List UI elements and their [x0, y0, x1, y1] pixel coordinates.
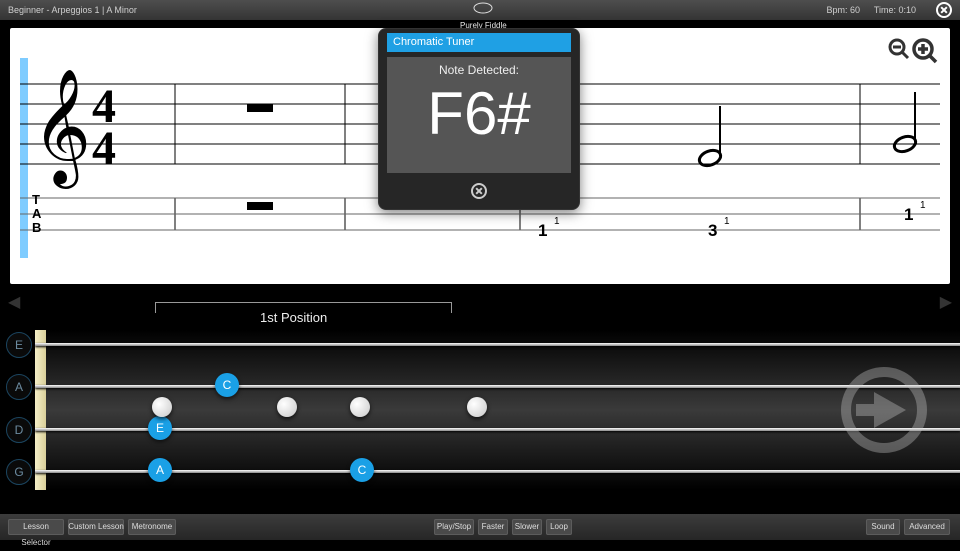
treble-clef-icon: 𝄞 [32, 70, 91, 189]
tuner-body: Note Detected: F6# [387, 57, 571, 173]
tab-note: 31 [708, 216, 730, 240]
loop-button[interactable]: Loop [546, 519, 572, 535]
custom-lesson-button[interactable]: Custom Lesson [68, 519, 124, 535]
bottom-toolbar: Lesson Selector Custom Lesson Metronome … [0, 514, 960, 540]
play-target-icon[interactable] [838, 364, 930, 461]
string-g [35, 470, 960, 473]
tuner-title: Chromatic Tuner [387, 33, 571, 52]
tab-label-b: B [32, 220, 41, 235]
svg-text:1: 1 [904, 205, 913, 224]
svg-text:1: 1 [920, 200, 926, 211]
time-display: Time: 0:10 [874, 0, 916, 20]
string-e [35, 343, 960, 346]
slower-button[interactable]: Slower [512, 519, 542, 535]
play-stop-button[interactable]: Play/Stop [434, 519, 474, 535]
fret-marker [350, 397, 370, 417]
svg-text:1: 1 [538, 221, 547, 240]
playhead [20, 58, 28, 258]
svg-text:3: 3 [708, 221, 717, 240]
whole-rest [247, 104, 273, 112]
zoom-in-button[interactable] [912, 38, 938, 69]
fret-note[interactable]: C [215, 373, 239, 397]
bpm-display: Bpm: 60 [826, 0, 860, 20]
close-button[interactable] [936, 2, 952, 18]
fret-note[interactable]: C [350, 458, 374, 482]
tuner-note: F6# [387, 79, 571, 148]
tab-note: 11 [538, 216, 560, 240]
fret-note[interactable]: A [148, 458, 172, 482]
open-string-a[interactable]: A [6, 374, 32, 400]
open-string-g[interactable]: G [6, 459, 32, 485]
position-label: 1st Position [260, 310, 327, 325]
tuner-detected-label: Note Detected: [387, 57, 571, 77]
svg-text:1: 1 [554, 216, 560, 227]
advanced-button[interactable]: Advanced [904, 519, 950, 535]
tab-label-t: T [32, 192, 40, 207]
fret-marker [152, 397, 172, 417]
sound-button[interactable]: Sound [866, 519, 900, 535]
time-sig-bottom: 4 [92, 122, 116, 175]
top-bar: Beginner - Arpeggios 1 | A Minor Purely … [0, 0, 960, 20]
metronome-button[interactable]: Metronome [128, 519, 176, 535]
open-string-d[interactable]: D [6, 417, 32, 443]
tuner-close-button[interactable] [471, 183, 487, 199]
nut [35, 330, 46, 490]
tuner-panel: Chromatic Tuner Note Detected: F6# [378, 28, 580, 210]
fret-marker [277, 397, 297, 417]
tab-note: 11 [904, 200, 926, 224]
open-string-e[interactable]: E [6, 332, 32, 358]
note [892, 92, 917, 154]
fretboard[interactable] [35, 330, 960, 490]
faster-button[interactable]: Faster [478, 519, 508, 535]
fret-note[interactable]: E [148, 416, 172, 440]
note [697, 106, 722, 168]
svg-text:1: 1 [724, 216, 730, 227]
tab-label-a: A [32, 206, 42, 221]
string-d [35, 428, 960, 431]
tab-rest [247, 202, 273, 210]
fret-marker [467, 397, 487, 417]
fretboard-panel: 1st Position E A D G C E A C [0, 290, 960, 506]
lesson-selector-button[interactable]: Lesson Selector [8, 519, 64, 535]
zoom-out-button[interactable] [888, 38, 910, 65]
lesson-title: Beginner - Arpeggios 1 | A Minor [8, 0, 137, 20]
string-a [35, 385, 960, 388]
